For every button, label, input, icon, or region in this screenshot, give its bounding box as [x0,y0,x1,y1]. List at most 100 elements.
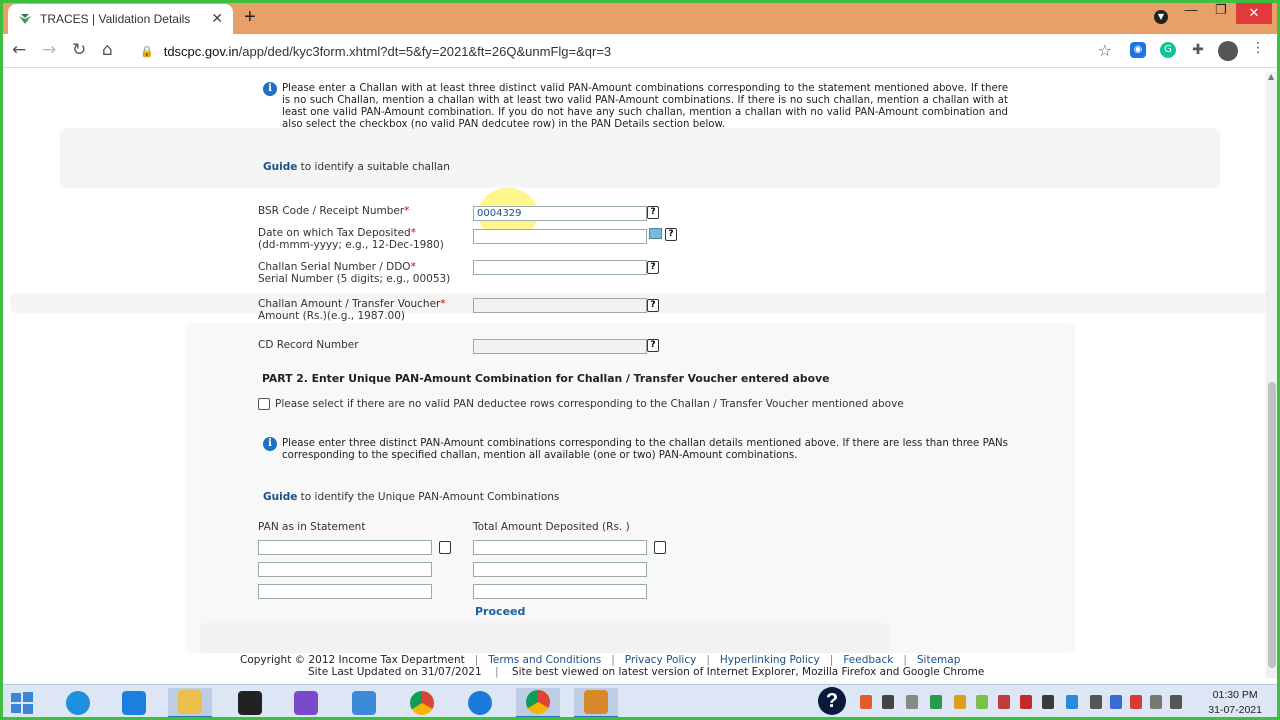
chrome-icon [526,690,550,714]
address-bar[interactable]: 🔒 tdscpc.gov.in/app/ded/kyc3form.xhtml?d… [132,38,1122,64]
url-text: tdscpc.gov.in/app/ded/kyc3form.xhtml?dt=… [163,43,612,59]
pan-input-3[interactable] [258,584,432,599]
forward-arrow-icon[interactable]: → [42,40,56,60]
window-close-button[interactable]: ✕ [1236,2,1272,24]
profile-download-icon[interactable]: ▼ [1154,10,1168,24]
taskbar-chrome-active[interactable] [516,688,560,718]
page-scrollbar[interactable]: ▲ [1266,72,1278,678]
taskbar-edge[interactable] [458,688,502,718]
part2-heading: PART 2. Enter Unique PAN-Amount Combinat… [262,372,830,385]
extensions-puzzle-icon[interactable]: ✚ [1190,42,1206,58]
system-clock[interactable]: 01:30 PM 31-07-2021 [1208,688,1262,718]
scroll-up-icon[interactable]: ▲ [1268,72,1274,81]
info-icon: i [263,82,277,96]
browser-toolbar: ← → ↻ ⌂ 🔒 tdscpc.gov.in/app/ded/kyc3form… [0,34,1280,68]
battery-icon[interactable] [1090,695,1102,709]
profile-avatar[interactable] [1218,41,1238,61]
calendar-icon[interactable] [649,228,662,239]
challan-serial-input[interactable] [473,260,647,275]
tray-icon[interactable] [860,695,872,709]
taskbar-dropbox[interactable] [112,688,156,718]
taskbar-ie[interactable] [56,688,100,718]
extension-blue-icon[interactable]: ◉ [1130,42,1146,58]
guide-link[interactable]: Guide [263,491,297,503]
reload-icon[interactable]: ↻ [72,40,86,60]
amount-input-1[interactable] [473,540,647,555]
tray-icon[interactable] [1066,695,1078,709]
serial-help-icon[interactable]: ? [647,261,659,274]
guide-link[interactable]: Guide [263,161,297,173]
taskbar-chrome[interactable] [400,688,444,718]
bookmark-star-icon[interactable]: ☆ [1098,41,1112,60]
amount-input-3[interactable] [473,584,647,599]
home-icon[interactable]: ⌂ [102,40,113,60]
challan-amount-label: Challan Amount / Transfer Voucher* Amount… [258,298,446,322]
no-valid-pan-label: Please select if there are no valid PAN … [275,398,904,410]
bsr-help-icon[interactable]: ? [647,206,659,219]
new-tab-button[interactable]: + [244,6,256,29]
tray-icon[interactable] [1130,695,1142,709]
tray-icon[interactable] [1020,695,1032,709]
info-icon: i [263,437,277,451]
lock-icon[interactable]: 🔒 [140,45,154,58]
help-question-icon[interactable]: ? [818,687,846,715]
app-icon [352,691,376,715]
tray-icon[interactable] [882,695,894,709]
tray-icon[interactable] [1110,695,1122,709]
feedback-link[interactable]: Feedback [843,654,893,666]
window-controls: — ❐ ✕ [1176,2,1272,24]
hyperlinking-link[interactable]: Hyperlinking Policy [720,654,820,666]
cloud-icon[interactable] [906,695,918,709]
last-updated-text: Site Last Updated on 31/07/2021 [308,666,482,678]
grammarly-icon[interactable]: G [1160,42,1176,58]
taskbar-app-dark[interactable] [228,688,272,718]
privacy-link[interactable]: Privacy Policy [625,654,697,666]
challan-serial-label: Challan Serial Number / DDO* Serial Numbe… [258,261,451,285]
windows-start-icon[interactable] [10,691,34,715]
cd-help-icon[interactable]: ? [647,339,659,352]
browser-tab[interactable]: TRACES | Validation Details ✕ [8,4,233,34]
tax-date-input[interactable] [473,229,647,244]
nvidia-icon[interactable] [1042,695,1054,709]
sitemap-link[interactable]: Sitemap [917,654,961,666]
tray-icon[interactable] [930,695,942,709]
date-help-icon[interactable]: ? [665,228,677,241]
maximize-button[interactable]: ❐ [1206,2,1236,24]
visual-studio-icon [294,691,318,715]
tab-close-icon[interactable]: ✕ [211,11,223,27]
cd-record-input[interactable] [473,339,647,354]
terms-link[interactable]: Terms and Conditions [488,654,601,666]
minimize-button[interactable]: — [1176,2,1206,24]
scrollbar-thumb[interactable] [1268,382,1276,668]
tray-icon[interactable] [976,695,988,709]
folder-icon [178,690,202,714]
amount-help-icon[interactable]: ? [647,299,659,312]
challan-amount-input[interactable] [473,298,647,313]
menu-dots-icon[interactable]: ⋮ [1250,40,1266,56]
tab-title: TRACES | Validation Details [40,12,191,26]
volume-icon[interactable] [1150,695,1162,709]
back-arrow-icon[interactable]: ← [12,40,26,60]
taskbar-vs[interactable] [284,688,328,718]
wifi-icon[interactable] [1170,695,1182,709]
no-valid-pan-checkbox[interactable] [258,398,270,410]
traces-logo-icon [19,14,31,24]
pan-input-1[interactable] [258,540,432,555]
editor-icon [238,691,262,715]
amount-input-2[interactable] [473,562,647,577]
taskbar-explorer[interactable] [168,688,212,718]
taskbar-app-blue[interactable] [342,688,386,718]
bsr-code-input[interactable] [473,206,647,221]
best-viewed-text: Site best viewed on latest version of In… [511,666,985,678]
pan-help-icon[interactable] [439,541,451,554]
taskbar-app-orange[interactable] [574,688,618,718]
pan-amount-help-icon[interactable] [654,541,666,554]
tray-icon[interactable] [954,695,966,709]
tray-icon[interactable] [998,695,1010,709]
app-orange-icon [584,690,608,714]
pan-guide: Guide to identify the Unique PAN-Amount … [263,491,560,503]
proceed-button[interactable]: Proceed [475,605,525,618]
footer-info: Site Last Updated on 31/07/2021 | Site b… [308,666,985,678]
pan-input-2[interactable] [258,562,432,577]
clock-time: 01:30 PM [1212,689,1258,701]
